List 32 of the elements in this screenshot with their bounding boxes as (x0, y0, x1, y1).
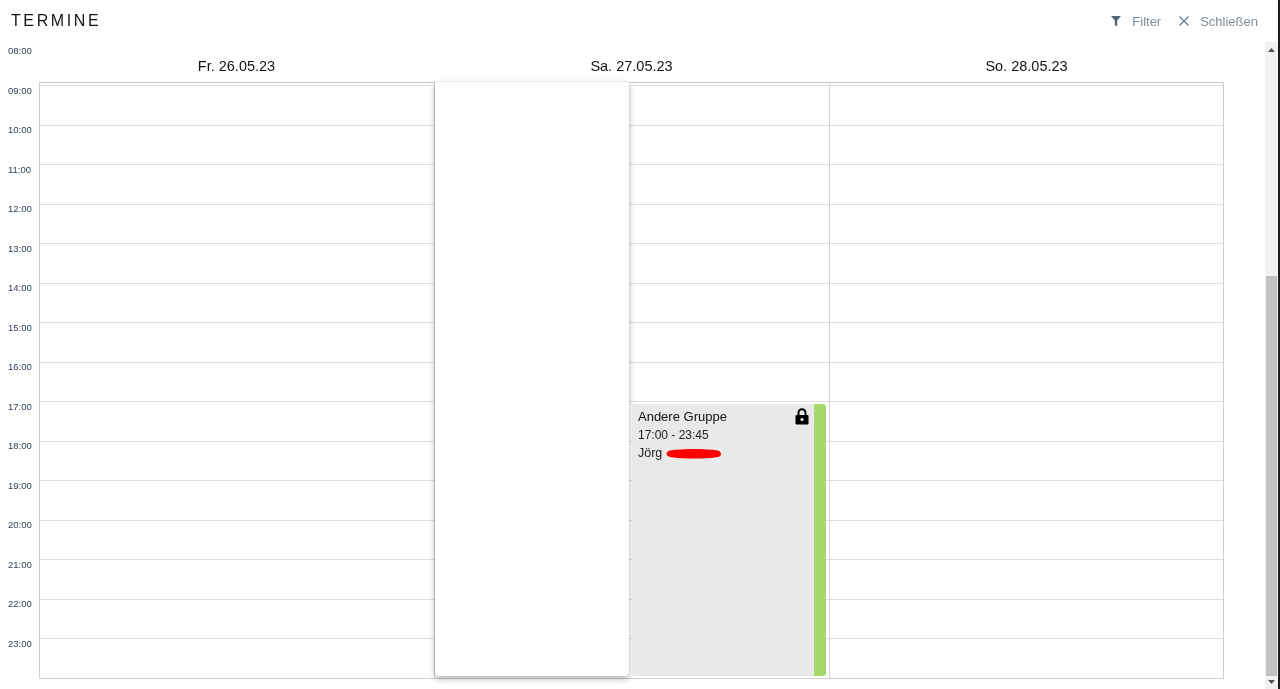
close-button[interactable]: Schließen (1177, 11, 1260, 31)
scrollbar[interactable] (1265, 42, 1278, 689)
hour-label: 19:00 (8, 479, 32, 492)
appointment-time: 17:00 - 23:45 (638, 427, 709, 444)
hour-label: 15:00 (8, 321, 32, 334)
hour-label: 16:00 (8, 361, 32, 373)
hour-label: 11:00 (8, 163, 32, 176)
hour-label: 22:00 (8, 598, 32, 610)
hour-label: 14:00 (8, 282, 32, 294)
hour-label: 12:00 (8, 203, 32, 215)
filter-button[interactable]: Filter (1109, 11, 1164, 31)
close-icon (1179, 16, 1190, 26)
scrollbar-thumb[interactable] (1266, 276, 1277, 676)
hour-label: 09:00 (8, 84, 32, 97)
appointment-title: Andere Gruppe (638, 409, 727, 425)
hour-label: 08:00 (8, 45, 32, 57)
day-heading: So. 28.05.23 (985, 57, 1068, 75)
filter-icon (1111, 15, 1122, 27)
day-heading: Fr. 26.05.23 (197, 57, 276, 75)
hour-label: 20:00 (8, 519, 32, 531)
person-name: Jörg (638, 445, 663, 462)
scroll-down-icon[interactable] (1268, 680, 1275, 684)
hour-label: 17:00 (8, 400, 32, 413)
page-title: TERMINE (11, 12, 102, 30)
hour-label: 18:00 (8, 440, 32, 452)
hour-label: 21:00 (8, 558, 32, 571)
day-heading: Sa. 27.05.23 (590, 57, 673, 75)
scroll-up-icon[interactable] (1268, 48, 1275, 52)
appointment-card[interactable]: Andere Gruppe 17:00 - 23:45 Jörg (632, 404, 826, 676)
hour-label: 13:00 (8, 242, 32, 255)
hour-label: 10:00 (8, 124, 32, 136)
hour-label: 23:00 (8, 637, 32, 650)
